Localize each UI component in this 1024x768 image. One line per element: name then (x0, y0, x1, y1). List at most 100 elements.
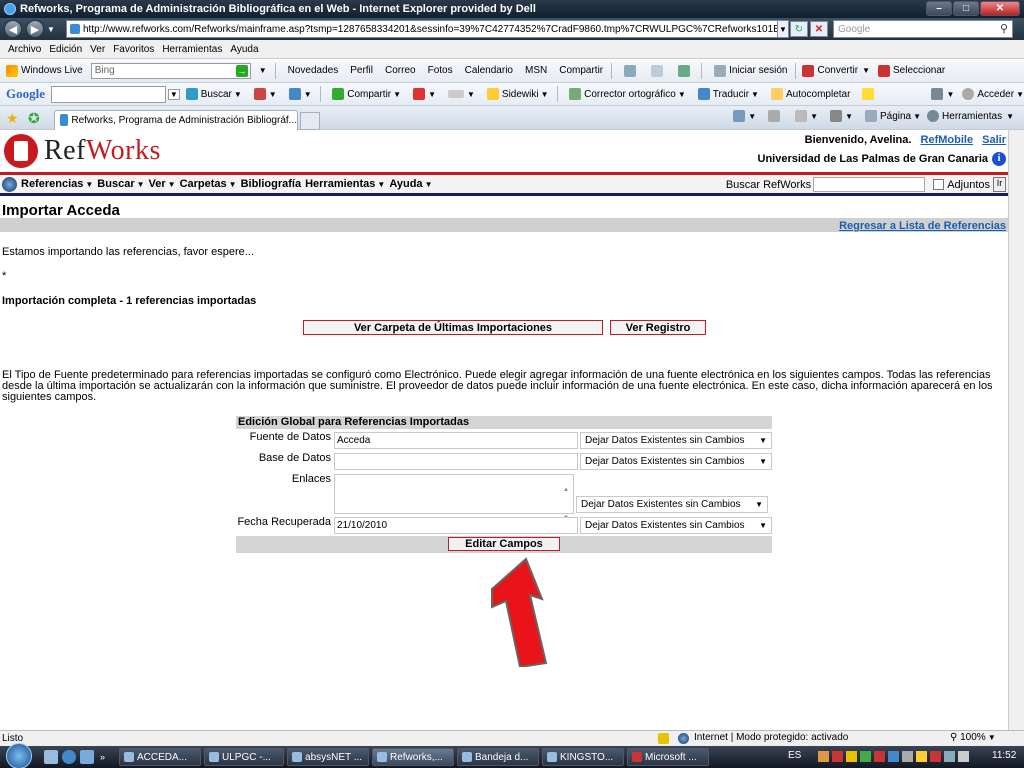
mail-icon[interactable] (651, 64, 666, 77)
enlaces-textarea[interactable] (334, 474, 574, 514)
logout-link[interactable]: Salir (982, 134, 1006, 146)
menu-ver[interactable]: Ver (90, 44, 105, 55)
wl-link-correo[interactable]: Correo (385, 65, 416, 76)
feeds-icon[interactable] (768, 110, 783, 122)
bing-search-input[interactable]: Bing → (90, 62, 251, 79)
nav-buscar[interactable]: Buscar ▼ (97, 178, 144, 190)
tray-icon[interactable] (860, 751, 871, 762)
print-icon[interactable]: ▼ (830, 110, 853, 122)
ie-quicklaunch-icon[interactable] (62, 750, 76, 764)
refresh-button[interactable]: ↻ (790, 21, 808, 37)
spellcheck-button[interactable]: Corrector ortográfico ▼ (569, 88, 686, 100)
switch-windows-icon[interactable] (80, 750, 94, 764)
taskbar-item-active[interactable]: Refworks,... (372, 748, 455, 766)
taskbar-item[interactable]: ACCEDA... (119, 748, 202, 766)
menu-favoritos[interactable]: Favoritos (113, 44, 154, 55)
tray-icon[interactable] (930, 751, 941, 762)
volume-icon[interactable] (958, 751, 969, 762)
search-icon[interactable]: ⚲ (1000, 22, 1008, 35)
highlight-icon[interactable] (862, 88, 877, 100)
enlaces-action-select[interactable]: Dejar Datos Existentes sin Cambios ▼ (576, 496, 768, 513)
sidewiki-button[interactable]: Sidewiki ▼ (486, 88, 549, 100)
fuente-de-datos-input[interactable]: Acceda (334, 432, 578, 449)
show-desktop-icon[interactable] (44, 750, 58, 764)
nav-ver[interactable]: Ver ▼ (149, 178, 176, 190)
nav-referencias[interactable]: Referencias ▼ (21, 178, 93, 190)
popup-blocker-icon[interactable]: ▼ (413, 88, 436, 100)
taskbar-item[interactable]: Microsoft ... (627, 748, 710, 766)
tray-icon[interactable] (832, 751, 843, 762)
google-signin-button[interactable]: Acceder ▼ (962, 88, 1024, 100)
nav-carpetas[interactable]: Carpetas ▼ (180, 178, 237, 190)
tray-icon[interactable] (874, 751, 885, 762)
bing-go-icon[interactable]: → (235, 64, 248, 77)
messenger-icon[interactable] (678, 64, 693, 77)
windows-live-brand[interactable]: Windows Live (6, 64, 83, 77)
google-search-button[interactable]: Buscar ▼ (185, 88, 242, 100)
go-button[interactable]: Ir (993, 177, 1006, 192)
menu-edicion[interactable]: Edición (49, 44, 82, 55)
favorites-star-icon[interactable]: ★ (6, 110, 19, 127)
select-button[interactable]: Seleccionar (877, 64, 945, 77)
back-button[interactable]: ◀ (4, 20, 22, 38)
wl-link-perfil[interactable]: Perfil (350, 65, 373, 76)
convert-button[interactable]: Convertir ▼ (802, 64, 870, 77)
add-favorite-icon[interactable]: ✪ (28, 110, 40, 127)
wl-link-novedades[interactable]: Novedades (288, 65, 339, 76)
nav-herramientas[interactable]: Herramientas ▼ (305, 178, 385, 190)
start-button[interactable] (6, 743, 32, 768)
menu-ayuda[interactable]: Ayuda (230, 44, 258, 55)
refworks-logo[interactable]: RefWorks (4, 134, 161, 168)
close-button[interactable]: ✕ (980, 1, 1020, 16)
refmobile-link[interactable]: RefMobile (921, 134, 974, 146)
wl-link-msn[interactable]: MSN (525, 65, 547, 76)
wl-link-calendario[interactable]: Calendario (465, 65, 513, 76)
quicklaunch-more-icon[interactable]: » (100, 752, 105, 762)
stop-button[interactable]: ✕ (810, 21, 828, 37)
taskbar-item[interactable]: Bandeja d... (457, 748, 540, 766)
fecha-recuperada-action-select[interactable]: Dejar Datos Existentes sin Cambios ▼ (580, 517, 772, 534)
view-last-imports-button[interactable]: Ver Carpeta de Últimas Importaciones (303, 320, 603, 335)
page-menu[interactable]: Página ▼ (864, 110, 921, 122)
clock[interactable]: 11:52 (992, 750, 1016, 761)
google-add-icon[interactable]: ▼ (288, 88, 312, 100)
address-dropdown-icon[interactable]: ▼ (777, 20, 789, 38)
home-icon[interactable]: ▼ (733, 110, 756, 122)
history-dropdown-icon[interactable]: ▼ (47, 25, 55, 34)
taskbar-item[interactable]: KINGSTO... (542, 748, 625, 766)
back-to-references-link[interactable]: Regresar a Lista de Referencias (839, 220, 1006, 232)
signin-button[interactable]: Iniciar sesión (714, 64, 787, 77)
menu-archivo[interactable]: Archivo (8, 44, 41, 55)
taskbar-item[interactable]: absysNET ... (287, 748, 370, 766)
google-extras-icon[interactable]: ▼ (253, 88, 277, 100)
address-input[interactable]: http://www.refworks.com/Refworks/mainfra… (66, 20, 786, 38)
new-tab-button[interactable] (300, 111, 320, 130)
fuente-de-datos-action-select[interactable]: Dejar Datos Existentes sin Cambios ▼ (580, 432, 772, 449)
wl-link-compartir[interactable]: Compartir (559, 65, 603, 76)
language-indicator[interactable]: ES (788, 750, 801, 761)
wrench-icon[interactable]: ▼ (931, 88, 954, 100)
network-icon[interactable] (944, 751, 955, 762)
fecha-recuperada-input[interactable]: 21/10/2010 (334, 517, 578, 534)
google-share-button[interactable]: Compartir ▼ (332, 88, 401, 100)
globe-icon[interactable] (2, 176, 17, 192)
bing-dropdown-icon[interactable]: ▼ (259, 66, 267, 75)
google-search-box[interactable]: Google ⚲ (833, 20, 1013, 38)
view-log-button[interactable]: Ver Registro (610, 320, 706, 335)
page-scrollbar[interactable] (1008, 130, 1024, 730)
nav-bibliografia[interactable]: Bibliografía (241, 178, 302, 190)
google-logo[interactable]: Google (6, 86, 45, 102)
menu-herramientas[interactable]: Herramientas (162, 44, 222, 55)
taskbar-item[interactable]: ULPGC -... (204, 748, 285, 766)
translate-button[interactable]: Traducir ▼ (697, 88, 759, 100)
tray-icon[interactable] (902, 751, 913, 762)
base-de-datos-action-select[interactable]: Dejar Datos Existentes sin Cambios ▼ (580, 453, 772, 470)
forward-button[interactable]: ▶ (26, 20, 44, 38)
wl-link-fotos[interactable]: Fotos (428, 65, 453, 76)
refworks-search-input[interactable] (813, 177, 926, 192)
tray-icon[interactable] (888, 751, 899, 762)
maximize-button[interactable]: □ (953, 1, 979, 16)
tab-refworks[interactable]: Refworks, Programa de Administración Bib… (54, 109, 298, 130)
tray-icon[interactable] (846, 751, 857, 762)
google-toolbar-search-input[interactable] (51, 85, 166, 103)
